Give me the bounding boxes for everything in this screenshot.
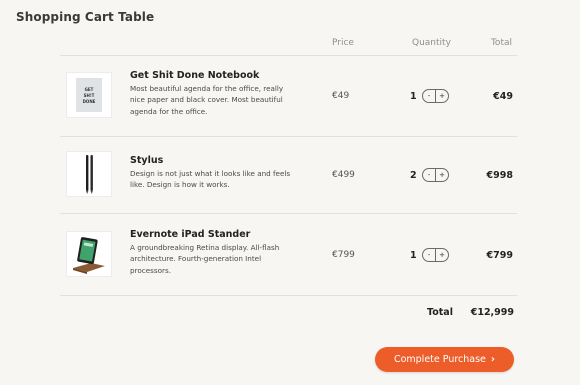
product-name[interactable]: Get Shit Done Notebook <box>130 70 259 81</box>
complete-purchase-button[interactable]: Complete Purchase › <box>375 347 514 372</box>
decrease-button[interactable]: - <box>423 249 436 261</box>
product-quantity: 1 <box>410 91 417 102</box>
table-row: Evernote iPad Stander A groundbreaking R… <box>60 214 517 295</box>
decrease-button[interactable]: - <box>423 169 436 181</box>
summary-divider <box>60 295 517 296</box>
grand-total-value: €12,999 <box>470 307 514 318</box>
product-price: €799 <box>332 250 355 260</box>
notebook-thumbnail: GET SH!T DONE <box>66 72 112 118</box>
product-price: €499 <box>332 170 355 180</box>
increase-button[interactable]: + <box>436 90 448 102</box>
product-quantity: 2 <box>410 170 417 181</box>
chevron-right-icon: › <box>490 354 496 365</box>
increase-button[interactable]: + <box>436 169 448 181</box>
product-description: Design is not just what it looks like an… <box>130 169 291 190</box>
cover-text-3: DONE <box>83 99 96 104</box>
product-price: €49 <box>332 91 350 101</box>
product-name[interactable]: Stylus <box>130 155 163 166</box>
product-total: €799 <box>486 250 513 261</box>
quantity-stepper: - + <box>422 89 449 103</box>
ipad-stand-thumbnail <box>66 231 112 277</box>
table-row: GET SH!T DONE Get Shit Done Notebook Mos… <box>60 56 517 136</box>
product-description: A groundbreaking Retina display. All-fla… <box>130 243 280 275</box>
notebook-image: GET SH!T DONE <box>76 78 102 112</box>
column-header-quantity: Quantity <box>412 38 451 48</box>
cover-text-1: GET <box>85 87 94 92</box>
page-title: Shopping Cart Table <box>16 10 155 24</box>
column-header-total: Total <box>490 38 512 48</box>
decrease-button[interactable]: - <box>423 90 436 102</box>
product-total: €998 <box>486 170 513 181</box>
column-header-price: Price <box>332 38 354 48</box>
product-name[interactable]: Evernote iPad Stander <box>130 229 250 240</box>
grand-total-label: Total <box>427 307 453 318</box>
product-quantity: 1 <box>410 250 417 261</box>
increase-button[interactable]: + <box>436 249 448 261</box>
product-total: €49 <box>493 91 513 102</box>
stylus-image <box>86 155 93 194</box>
ipad-stand-image <box>73 237 105 274</box>
table-row: Stylus Design is not just what it looks … <box>60 137 517 213</box>
quantity-stepper: - + <box>422 248 449 262</box>
cover-text-2: SH!T <box>84 93 95 98</box>
quantity-stepper: - + <box>422 168 449 182</box>
stylus-thumbnail <box>66 151 112 197</box>
complete-purchase-label: Complete Purchase <box>393 354 486 365</box>
product-description: Most beautiful agenda for the office, re… <box>130 84 284 116</box>
